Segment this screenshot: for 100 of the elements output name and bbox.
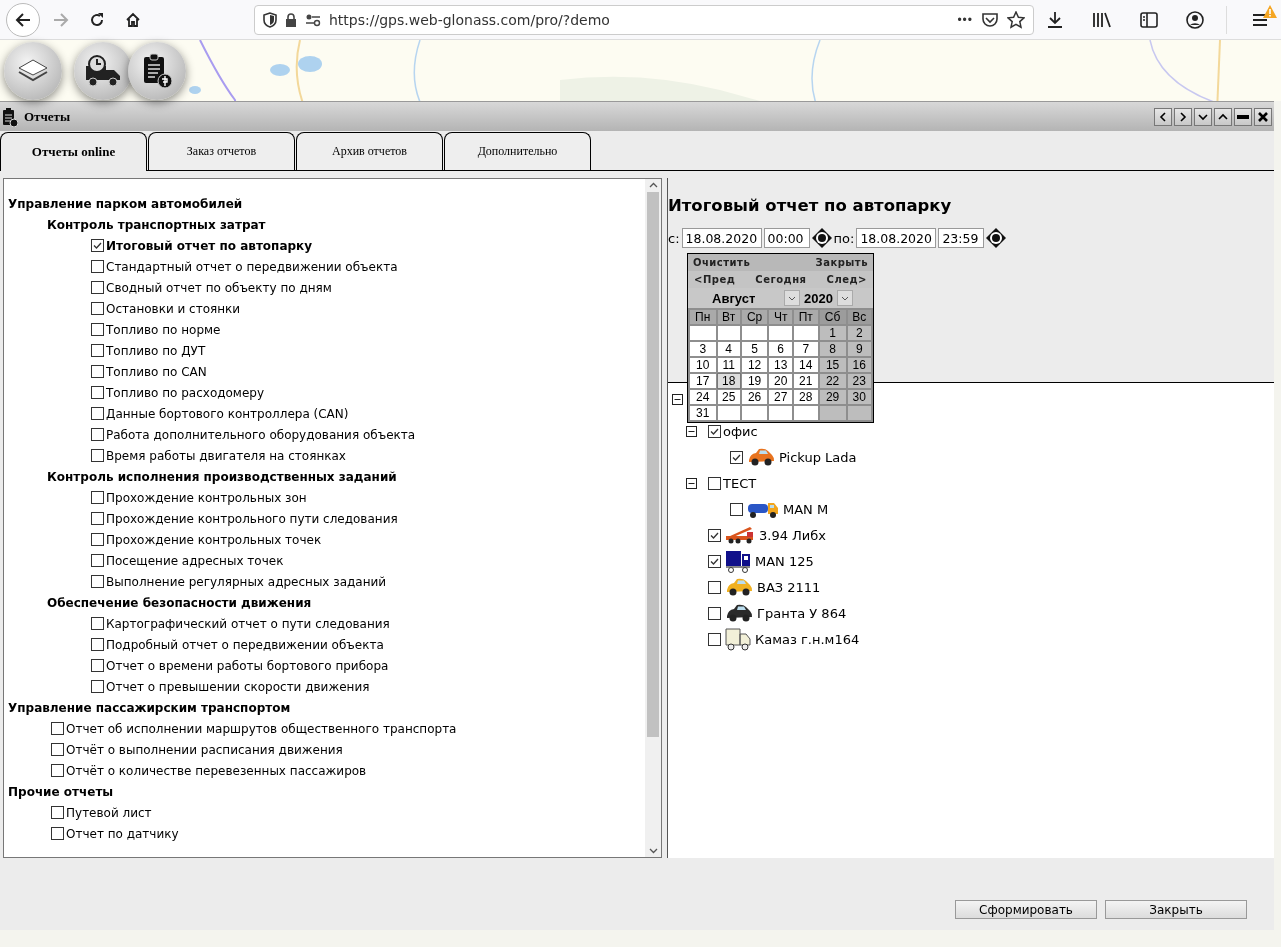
- calendar-day[interactable]: 18: [717, 374, 740, 388]
- vehicle-label[interactable]: 3.94 Либх: [759, 527, 826, 543]
- date-field[interactable]: 18.08.2020: [681, 228, 762, 248]
- calendar-day[interactable]: 12: [741, 358, 768, 372]
- vehicle-label[interactable]: Камаз г.н.м164: [755, 631, 860, 647]
- checkbox[interactable]: [708, 528, 721, 542]
- tab[interactable]: Дополнительно: [444, 132, 591, 170]
- checkbox[interactable]: [91, 680, 104, 693]
- checkbox[interactable]: [91, 386, 104, 399]
- close-button[interactable]: [1254, 107, 1272, 126]
- time-field[interactable]: 00:00: [763, 228, 810, 248]
- calendar-day[interactable]: 5: [741, 342, 768, 356]
- calendar-day[interactable]: 10: [690, 358, 716, 372]
- tab[interactable]: Архив отчетов: [296, 132, 443, 170]
- vehicle-label[interactable]: Гранта У 864: [757, 605, 847, 621]
- today-link[interactable]: Сегодня: [755, 274, 807, 285]
- checkbox[interactable]: [708, 424, 721, 438]
- calendar-day[interactable]: 30: [847, 390, 871, 404]
- checkbox[interactable]: [51, 827, 64, 840]
- report-option[interactable]: Посещение адресных точек: [106, 553, 284, 568]
- checkbox[interactable]: [91, 407, 104, 420]
- report-option[interactable]: Остановки и стоянки: [106, 301, 241, 316]
- checkbox[interactable]: [51, 722, 64, 735]
- right-button[interactable]: [1174, 107, 1192, 126]
- calendar-day[interactable]: 24: [690, 390, 716, 404]
- calendar-day[interactable]: 1: [819, 326, 846, 340]
- calendar-day[interactable]: 23: [847, 374, 871, 388]
- report-option[interactable]: Отчет об исполнении маршрутов общественного транспорта: [66, 721, 457, 736]
- next-link[interactable]: След>: [826, 274, 867, 285]
- checkbox[interactable]: [91, 344, 104, 357]
- checkbox[interactable]: [91, 659, 104, 672]
- checkbox[interactable]: [91, 638, 104, 651]
- calendar-day[interactable]: 15: [819, 358, 846, 372]
- checkbox[interactable]: [708, 632, 721, 646]
- report-option[interactable]: Работа дополнительного оборудования объекта: [106, 427, 416, 442]
- report-option[interactable]: Сводный отчет по объекту по дням: [106, 280, 332, 295]
- action-button[interactable]: Закрыть: [1105, 900, 1247, 919]
- calendar-day[interactable]: 31: [690, 406, 716, 420]
- report-option[interactable]: Выполнение регулярных адресных заданий: [106, 574, 387, 589]
- download-icon[interactable]: [1046, 10, 1064, 29]
- chevron-down-icon[interactable]: [648, 848, 658, 854]
- calendar-day[interactable]: 29: [819, 390, 846, 404]
- checkbox[interactable]: [91, 428, 104, 441]
- checkbox[interactable]: [91, 281, 104, 294]
- report-option[interactable]: Топливо по норме: [106, 322, 221, 337]
- checkbox[interactable]: [708, 606, 721, 620]
- checkbox[interactable]: [91, 323, 104, 336]
- calendar-day[interactable]: 28: [794, 390, 818, 404]
- checkbox[interactable]: [91, 575, 104, 588]
- minimize-button[interactable]: [1234, 107, 1252, 126]
- report-option[interactable]: Итоговый отчет по автопарку: [106, 238, 313, 253]
- action-button[interactable]: Сформировать: [955, 900, 1097, 919]
- group-label[interactable]: ТЕСТ: [723, 475, 757, 491]
- calendar-day[interactable]: 25: [717, 390, 740, 404]
- target-icon[interactable]: [986, 228, 1007, 248]
- report-option[interactable]: Стандартный отчет о передвижении объекта: [106, 259, 398, 274]
- down-button[interactable]: [1194, 107, 1212, 126]
- scrollbar[interactable]: [645, 179, 661, 857]
- checkbox[interactable]: [51, 806, 64, 819]
- dropdown-button[interactable]: [836, 290, 853, 306]
- report-option[interactable]: Отчёт о количестве перевезенных пассажиров: [66, 763, 367, 778]
- calendar-day[interactable]: 26: [741, 390, 768, 404]
- checkbox[interactable]: [91, 491, 104, 504]
- clear-link[interactable]: Очистить: [693, 257, 751, 268]
- back-button[interactable]: [6, 2, 40, 37]
- checkbox[interactable]: [91, 365, 104, 378]
- account-icon[interactable]: [1186, 10, 1204, 29]
- vehicle-label[interactable]: MAN M: [783, 501, 829, 517]
- vehicle-label[interactable]: ВАЗ 2111: [757, 579, 821, 595]
- menu-icon[interactable]: [1252, 12, 1268, 27]
- expander-icon[interactable]: [672, 393, 683, 405]
- report-option[interactable]: Время работы двигателя на стоянках: [106, 448, 346, 463]
- checkbox[interactable]: [91, 449, 104, 462]
- target-icon[interactable]: [811, 228, 832, 248]
- checkbox[interactable]: [91, 617, 104, 630]
- chevron-up-icon[interactable]: [648, 182, 658, 188]
- close-link[interactable]: Закрыть: [815, 257, 868, 268]
- calendar-day[interactable]: 9: [847, 342, 871, 356]
- library-icon[interactable]: [1092, 10, 1112, 29]
- calendar-day[interactable]: 14: [794, 358, 818, 372]
- report-option[interactable]: Отчет о времени работы бортового прибора: [106, 658, 389, 673]
- calendar-day[interactable]: 21: [794, 374, 818, 388]
- calendar-day[interactable]: 22: [819, 374, 846, 388]
- report-option[interactable]: Путевой лист: [66, 805, 152, 820]
- report-option[interactable]: Топливо по ДУТ: [106, 343, 206, 358]
- report-option[interactable]: Данные бортового контроллера (CAN): [106, 406, 349, 421]
- calendar-day[interactable]: 17: [690, 374, 716, 388]
- up-button[interactable]: [1214, 107, 1232, 126]
- tab[interactable]: Отчеты online: [0, 132, 147, 171]
- calendar-day[interactable]: 8: [819, 342, 846, 356]
- tab[interactable]: Заказ отчетов: [148, 132, 295, 170]
- star-icon[interactable]: [1007, 10, 1025, 29]
- report-option[interactable]: Отчет о превышении скорости движения: [106, 679, 370, 694]
- report-option[interactable]: Прохождение контрольных точек: [106, 532, 322, 547]
- previous-link[interactable]: <Пред: [694, 274, 736, 285]
- group-label[interactable]: офис: [723, 423, 758, 439]
- calendar-day[interactable]: 11: [717, 358, 740, 372]
- calendar-day[interactable]: 7: [794, 342, 818, 356]
- calendar-day[interactable]: 2: [847, 326, 871, 340]
- checkbox[interactable]: [51, 743, 64, 756]
